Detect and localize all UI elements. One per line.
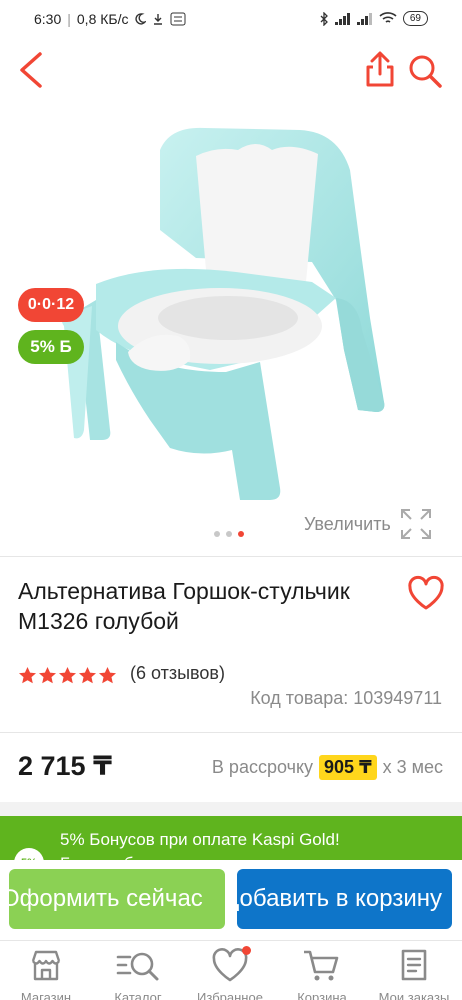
bluetooth-icon [320, 11, 328, 26]
moon-icon [135, 13, 147, 25]
buy-now-label: Оформить сейчас [9, 885, 203, 912]
nav-label-cart: Корзина [297, 990, 347, 1000]
product-title: Альтернатива Горшок-стульчик М1326 голуб… [18, 578, 350, 634]
nav-item-orders[interactable]: Мои заказы [368, 941, 460, 1000]
heart-outline-icon [408, 575, 444, 610]
notification-dot [242, 946, 251, 955]
store-icon [31, 950, 61, 981]
product-sku: Код товара: 103949711 [250, 688, 442, 708]
product-image [62, 127, 385, 500]
status-right: 69 [319, 11, 428, 26]
search-icon [409, 55, 442, 88]
signal-icon [334, 12, 350, 25]
app-notification-icon [170, 12, 186, 26]
bottom-nav: Магазин Каталог Избранное Корзина Мои за… [0, 940, 462, 1000]
product-price: 2 715 ₸ [18, 751, 112, 781]
section-spacer [0, 802, 462, 816]
signal-icon-2 [356, 12, 372, 25]
top-bar [0, 40, 462, 100]
nav-item-catalog[interactable]: Каталог [92, 941, 184, 1000]
nav-item-cart[interactable]: Корзина [276, 941, 368, 1000]
bonus-banner-line1: 5% Бонусов при оплате Kaspi Gold! [60, 830, 340, 849]
star-icon [58, 666, 77, 684]
share-icon [366, 51, 394, 87]
battery-indicator: 69 [402, 11, 428, 26]
catalog-search-icon [116, 952, 159, 981]
add-to-cart-label: Добавить в корзину [237, 885, 443, 912]
installment-info[interactable]: В рассрочку 905 ₸ х 3 мес [212, 755, 443, 780]
bonus-banner[interactable]: 5% 5% Бонусов при оплате Kaspi Gold! Бон… [0, 816, 462, 866]
status-separator: | [67, 11, 71, 27]
bonus-badge: 5% Б [18, 330, 84, 364]
status-network-speed: 0,8 КБ/с [76, 11, 129, 27]
status-left: 6:30 | 0,8 КБ/с [34, 11, 186, 27]
status-bar: 6:30 | 0,8 КБ/с 69 [0, 0, 462, 40]
nav-label-favorites: Избранное [197, 990, 263, 1000]
wifi-icon [379, 12, 397, 23]
star-icon [18, 666, 37, 684]
gallery-pagination [214, 531, 244, 537]
gallery-dot[interactable] [226, 531, 232, 537]
buy-now-button[interactable]: Оформить сейчас [9, 869, 225, 929]
action-bar: Оформить сейчас Добавить в корзину [0, 860, 462, 940]
expand-icon [400, 509, 431, 539]
status-time: 6:30 [34, 11, 62, 27]
gallery-dot[interactable] [214, 531, 220, 537]
reviews-link[interactable]: (6 отзывов) [130, 663, 225, 684]
product-gallery[interactable]: 0·0·12 5% Б Увеличить [0, 100, 462, 555]
star-icon [38, 666, 57, 684]
nav-item-store[interactable]: Магазин [0, 941, 92, 1000]
chevron-left-icon [20, 52, 42, 88]
installment-suffix: х 3 мес [382, 757, 443, 777]
nav-item-favorites[interactable]: Избранное [184, 941, 276, 1000]
orders-icon [401, 949, 427, 981]
rating-stars [18, 666, 117, 684]
nav-label-orders: Мои заказы [378, 990, 450, 1000]
star-icon [78, 666, 97, 684]
add-to-cart-button[interactable]: Добавить в корзину [237, 869, 452, 929]
download-icon [154, 14, 163, 25]
installment-monthly: 905 ₸ [319, 755, 377, 780]
zoom-button[interactable]: Увеличить [304, 507, 433, 541]
divider [0, 732, 462, 733]
nav-label-catalog: Каталог [114, 990, 162, 1000]
share-button[interactable] [360, 48, 400, 92]
favorite-button[interactable] [406, 574, 446, 612]
installment-prefix: В рассрочку [211, 757, 314, 777]
cart-icon [304, 950, 339, 981]
star-icon [98, 666, 117, 684]
zoom-label: Увеличить [304, 513, 391, 534]
nav-label-store: Магазин [20, 990, 72, 1000]
age-badge: 0·0·12 [18, 288, 84, 322]
divider [0, 556, 462, 557]
gallery-dot-active[interactable] [238, 531, 244, 537]
search-button[interactable] [404, 48, 448, 92]
back-button[interactable] [12, 50, 52, 90]
